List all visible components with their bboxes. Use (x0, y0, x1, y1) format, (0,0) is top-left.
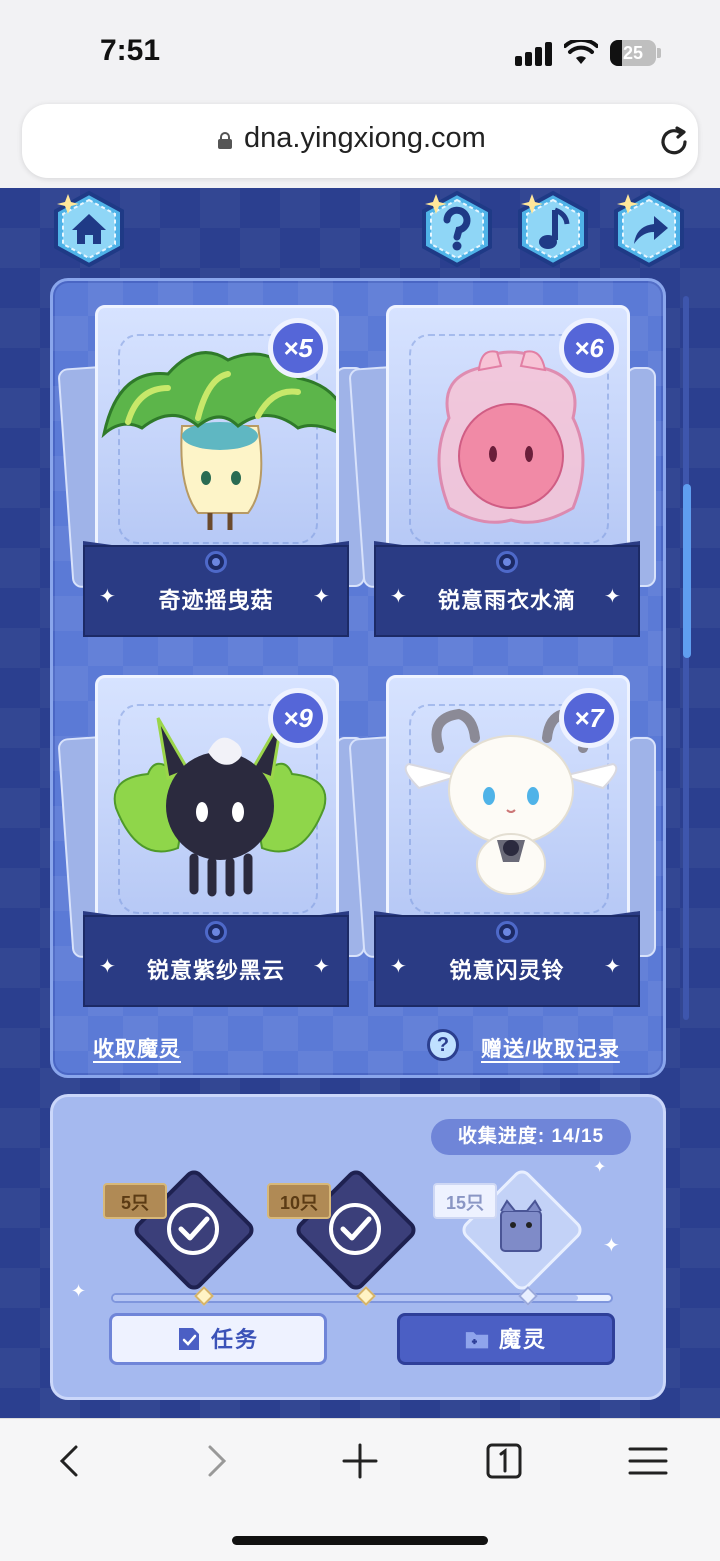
menu-icon[interactable] (628, 1441, 668, 1481)
lock-icon (218, 132, 232, 149)
music-button[interactable] (514, 190, 592, 268)
folder-add-icon (465, 1332, 489, 1349)
home-button[interactable] (50, 190, 128, 268)
task-button[interactable]: 任务 (109, 1313, 327, 1365)
sparkle-icon: ✦ (603, 1235, 620, 1257)
address-bar[interactable]: dna.yingxiong.com (22, 104, 698, 178)
card-art: ×7 (386, 675, 630, 925)
sparkle-icon: ✦ (604, 956, 621, 978)
share-icon (614, 190, 684, 268)
task-button-label: 任务 (210, 1327, 259, 1352)
spirit-card-1[interactable]: ×5 ✦ 奇迹摇曳菇 ✦ (57, 297, 365, 637)
spirit-card-4[interactable]: ×7 ✦ 锐意闪灵铃 ✦ (348, 667, 656, 1007)
battery-cap (657, 48, 661, 58)
back-icon[interactable] (50, 1441, 90, 1481)
card-name: 奇迹摇曳菇 (158, 588, 274, 613)
count-badge: ×7 (559, 688, 619, 748)
new-tab-icon[interactable] (340, 1441, 380, 1481)
forward-icon[interactable] (196, 1441, 236, 1481)
cellular-signal-icon (515, 42, 553, 66)
receive-spirit-link[interactable]: 收取魔灵 (93, 1033, 181, 1063)
status-bar: 7:51 25 (0, 0, 720, 100)
milestone-tag: 15只 (433, 1183, 497, 1219)
card-name: 锐意雨衣水滴 (437, 588, 576, 613)
progress-fill (113, 1295, 578, 1301)
battery-level: 25 (622, 43, 644, 63)
game-view: ×5 ✦ 奇迹摇曳菇 ✦ ×6 ✦ 锐意雨衣水滴 ✦ ×9 ✦ 锐意紫纱黑云 ✦… (0, 188, 720, 1418)
task-doc-icon (178, 1328, 199, 1351)
sparkle-icon: ✦ (604, 586, 621, 608)
count-badge: ×5 (268, 318, 328, 378)
battery-icon: 25 (610, 40, 656, 66)
sparkle-icon: ✦ (71, 1281, 87, 1301)
card-art: ×9 (95, 675, 339, 925)
scrollbar-thumb[interactable] (683, 484, 691, 658)
help-button[interactable] (418, 190, 496, 268)
records-link[interactable]: 赠送/收取记录 (481, 1033, 620, 1063)
home-icon (54, 190, 124, 268)
spirit-button-label: 魔灵 (498, 1327, 547, 1352)
music-icon (518, 190, 588, 268)
scrollbar-track[interactable] (683, 296, 689, 1020)
card-art: ×5 (95, 305, 339, 555)
count-badge: ×9 (268, 688, 328, 748)
milestone-tag: 10只 (267, 1183, 331, 1219)
check-icon (167, 1203, 219, 1255)
card-name: 锐意闪灵铃 (449, 958, 565, 983)
progress-label: 收集进度: 14/15 (431, 1119, 631, 1155)
spirit-button[interactable]: 魔灵 (397, 1313, 615, 1365)
card-name: 锐意紫纱黑云 (146, 958, 285, 983)
home-indicator[interactable] (232, 1536, 488, 1545)
tabs-icon[interactable] (484, 1441, 524, 1481)
cat-box-reward-icon (500, 1199, 542, 1252)
spirit-card-2[interactable]: ×6 ✦ 锐意雨衣水滴 ✦ (348, 297, 656, 637)
spirit-card-panel: ×5 ✦ 奇迹摇曳菇 ✦ ×6 ✦ 锐意雨衣水滴 ✦ ×9 ✦ 锐意紫纱黑云 ✦… (50, 278, 666, 1078)
milestone-tag: 5只 (103, 1183, 167, 1219)
sparkle-icon: ✦ (593, 1159, 607, 1176)
share-button[interactable] (610, 190, 688, 268)
sparkle-icon: ✦ (313, 956, 330, 978)
check-icon (329, 1203, 381, 1255)
status-time: 7:51 (100, 34, 161, 67)
url-text: dna.yingxiong.com (244, 122, 486, 154)
records-help-icon[interactable]: ? (427, 1029, 459, 1061)
count-badge: ×6 (559, 318, 619, 378)
spirit-card-3[interactable]: ×9 ✦ 锐意紫纱黑云 ✦ (57, 667, 365, 1007)
card-art: ×6 (386, 305, 630, 555)
collection-progress-panel: 收集进度: 14/15 5只 10只 15只 ✦ ✦ ✦ 任务 魔灵 (50, 1094, 666, 1400)
help-icon (422, 190, 492, 268)
reload-icon[interactable] (656, 124, 692, 160)
wifi-icon (564, 40, 598, 64)
sparkle-icon: ✦ (313, 586, 330, 608)
